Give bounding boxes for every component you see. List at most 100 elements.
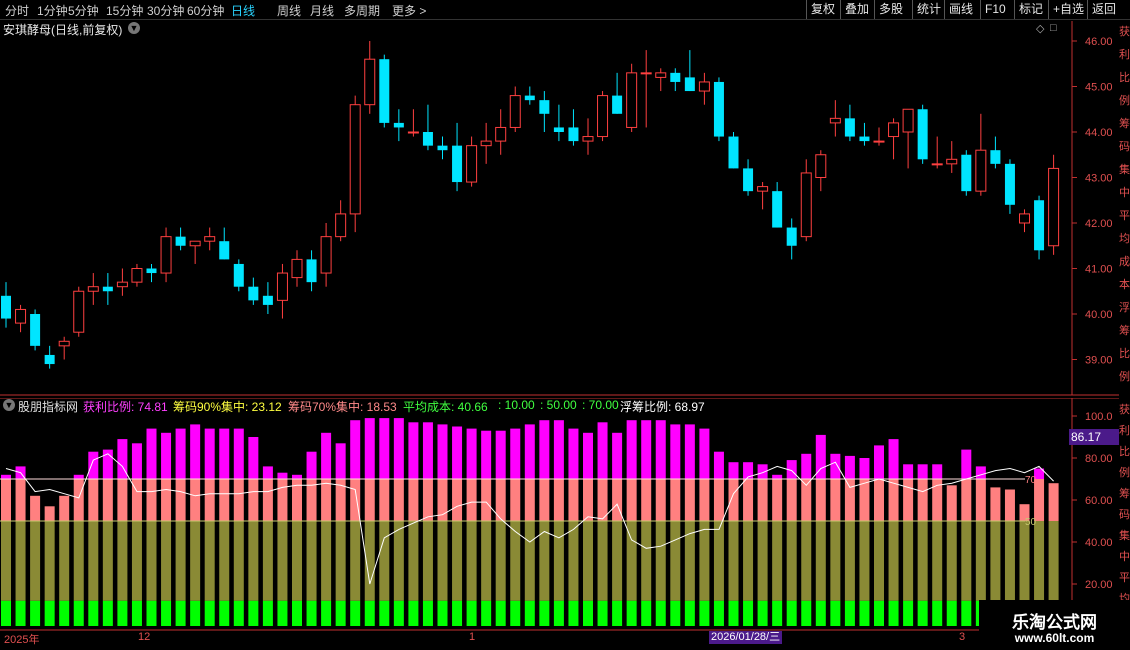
indicator-bar-segment bbox=[670, 521, 681, 601]
candle-body-up bbox=[349, 104, 361, 215]
candle-body-down bbox=[539, 100, 550, 114]
candle bbox=[1004, 159, 1015, 214]
indicator-bar bbox=[30, 495, 41, 626]
indicator-bar-segment bbox=[917, 600, 928, 626]
indicator-bar-segment bbox=[262, 466, 273, 479]
indicator-bar-segment bbox=[292, 600, 302, 626]
toolbar-button-4[interactable]: 画线 bbox=[944, 0, 977, 19]
toolbar-button-3[interactable]: 统计 bbox=[912, 0, 945, 19]
indicator-bar-segment bbox=[131, 443, 142, 479]
indicator-bar-segment bbox=[204, 521, 215, 601]
indicator-bar-segment bbox=[903, 479, 914, 521]
period-tab-5[interactable]: 60分钟 bbox=[187, 2, 224, 19]
period-tab-4[interactable]: 30分钟 bbox=[147, 2, 184, 19]
candle-body-up bbox=[73, 290, 85, 333]
indicator-bar-segment bbox=[379, 418, 390, 479]
candle-body-up bbox=[495, 126, 507, 142]
period-tab-10[interactable]: 更多 > bbox=[392, 2, 426, 19]
indicator-bar-segment bbox=[161, 479, 172, 521]
period-tab-0[interactable]: 分时 bbox=[5, 2, 29, 19]
toolbar-button-8[interactable]: 返回 bbox=[1087, 0, 1120, 19]
indicator-bar-segment bbox=[772, 521, 783, 601]
indicator-bar-segment bbox=[408, 600, 419, 626]
indicator-bar-segment bbox=[466, 521, 477, 601]
toolbar-button-5[interactable]: F10 bbox=[980, 0, 1010, 19]
indicator-bar-segment bbox=[44, 506, 55, 521]
period-tab-6[interactable]: 日线 bbox=[231, 2, 255, 19]
reference-line-label: 50 bbox=[1025, 517, 1037, 528]
candle bbox=[466, 136, 478, 187]
indicator-bar-segment bbox=[262, 600, 273, 626]
period-tab-3[interactable]: 15分钟 bbox=[106, 2, 143, 19]
indicator-bar-segment bbox=[975, 479, 986, 521]
indicator-bar-segment bbox=[59, 600, 70, 626]
candle bbox=[626, 63, 638, 132]
x-axis-label: 2025年 bbox=[4, 634, 40, 646]
candle bbox=[393, 109, 404, 142]
indicator-bar-segment bbox=[248, 479, 259, 521]
indicator-bar-segment bbox=[321, 600, 332, 626]
candle-body-up bbox=[975, 149, 987, 192]
indicator-bar-segment bbox=[495, 521, 506, 601]
toolbar-button-7[interactable]: +自选 bbox=[1048, 0, 1088, 19]
indicator-bar-segment bbox=[481, 430, 492, 479]
indicator-bar bbox=[713, 451, 724, 626]
indicator-bar-segment bbox=[990, 521, 1001, 601]
indicator-bar-segment bbox=[466, 600, 477, 626]
indicator-bar-segment bbox=[1034, 521, 1045, 601]
candle-body-down bbox=[713, 81, 724, 137]
indicator-bar bbox=[961, 449, 972, 626]
indicator-bar-segment bbox=[597, 521, 608, 601]
indicator-bar-segment bbox=[728, 479, 739, 521]
indicator-bar bbox=[553, 420, 564, 626]
candle-body-up bbox=[480, 140, 492, 147]
period-tab-1[interactable]: 1分钟 bbox=[37, 2, 68, 19]
indicator-bar bbox=[1, 474, 11, 626]
candle-body-down bbox=[728, 136, 739, 169]
indicator-bar bbox=[568, 428, 579, 626]
candle-body-up bbox=[364, 58, 376, 106]
indicator-bar-segment bbox=[583, 432, 593, 479]
indicator-bar-segment bbox=[641, 521, 652, 601]
indicator-bar-segment bbox=[146, 521, 157, 601]
indicator-bar bbox=[277, 472, 288, 626]
toolbar-button-2[interactable]: 多股 bbox=[874, 0, 907, 19]
indicator-bar-segment bbox=[757, 479, 768, 521]
period-tab-8[interactable]: 月线 bbox=[310, 2, 334, 19]
indicator-bar-segment bbox=[874, 600, 884, 626]
indicator-bar-segment bbox=[350, 600, 361, 626]
candle-body-down bbox=[248, 286, 259, 301]
indicator-bar-segment bbox=[1004, 489, 1015, 521]
indicator-bar-segment bbox=[874, 521, 884, 601]
indicator-bar-segment bbox=[146, 479, 157, 521]
indicator-bar-segment bbox=[874, 479, 884, 521]
indicator-bar-segment bbox=[699, 600, 710, 626]
indicator-bar-segment bbox=[233, 428, 244, 479]
watermark: 乐淘公式网 www.60lt.com bbox=[979, 600, 1130, 650]
candle-body-down bbox=[743, 168, 754, 192]
toolbar-button-1[interactable]: 叠加 bbox=[840, 0, 873, 19]
indicator-bar bbox=[612, 432, 623, 626]
indicator-bar-segment bbox=[452, 521, 463, 601]
period-tab-9[interactable]: 多周期 bbox=[344, 2, 380, 19]
candle bbox=[131, 263, 143, 287]
period-tab-7[interactable]: 周线 bbox=[277, 2, 301, 19]
candlestick-chart[interactable]: 46.00 45.00 44.00 43.00 42.00 41.00 40.00 39.00 bbox=[0, 21, 1130, 416]
candle bbox=[888, 118, 900, 160]
indicator-bar bbox=[379, 418, 390, 626]
indicator-bar-segment bbox=[44, 600, 55, 626]
indicator-bar bbox=[684, 424, 695, 626]
indicator-bar-segment bbox=[131, 521, 142, 601]
period-tab-2[interactable]: 5分钟 bbox=[68, 2, 99, 19]
candle bbox=[422, 104, 433, 151]
indicator-bar-segment bbox=[859, 458, 870, 479]
price-tick-label: 39.00 bbox=[1085, 355, 1113, 367]
indicator-chart[interactable]: 100.0 80.00 60.00 40.00 20.00 70 50 bbox=[0, 398, 1130, 634]
indicator-bar-segment bbox=[524, 521, 535, 601]
toolbar-button-6[interactable]: 标记 bbox=[1014, 0, 1047, 19]
toolbar-button-0[interactable]: 复权 bbox=[806, 0, 839, 19]
candle bbox=[990, 136, 1001, 169]
candle-body-down bbox=[306, 259, 317, 283]
indicator-bar-segment bbox=[975, 521, 986, 601]
indicator-bar-segment bbox=[655, 479, 666, 521]
